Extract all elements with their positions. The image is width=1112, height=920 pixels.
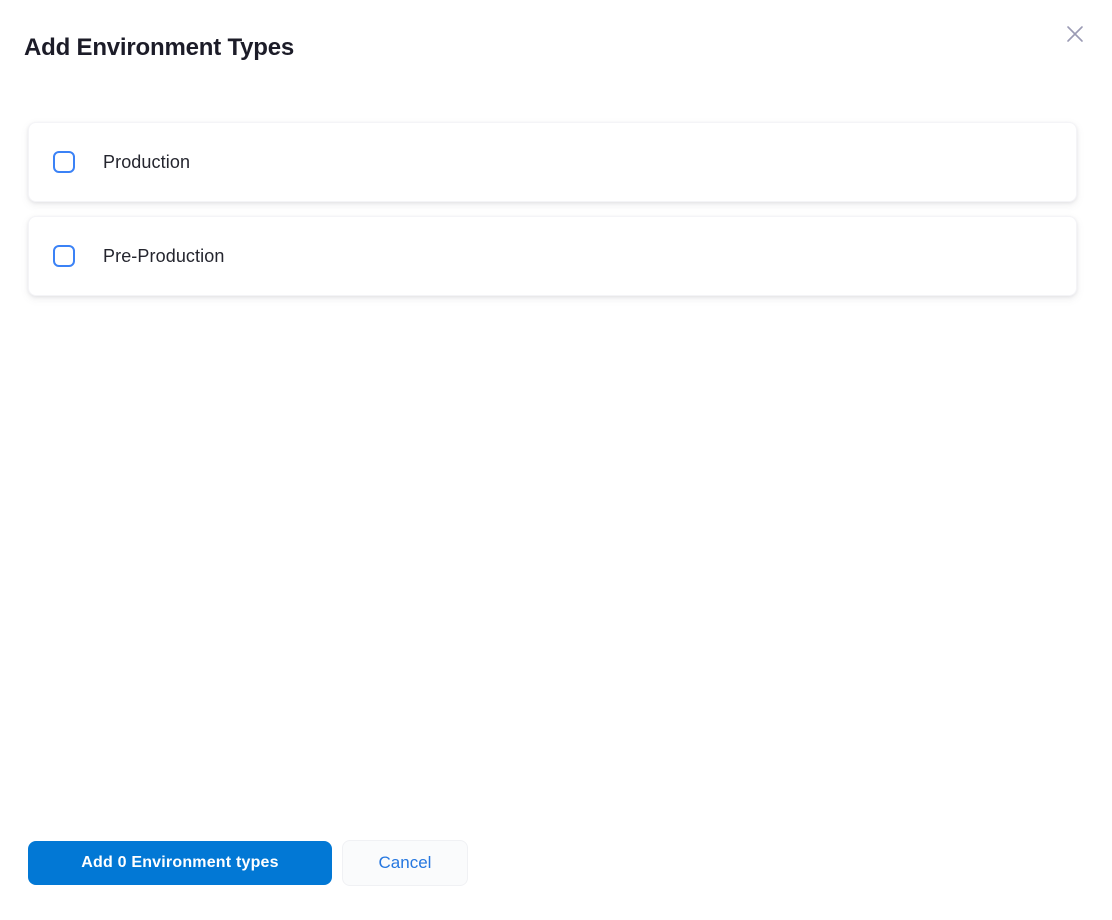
dialog-title: Add Environment Types	[24, 33, 1088, 62]
list-item-pre-production[interactable]: Pre-Production	[28, 216, 1077, 296]
close-icon	[1063, 22, 1087, 46]
cancel-button[interactable]: Cancel	[342, 840, 468, 886]
list-item-label: Production	[103, 152, 190, 173]
checkbox-production[interactable]	[53, 151, 75, 173]
list-item-production[interactable]: Production	[28, 122, 1077, 202]
list-item-label: Pre-Production	[103, 246, 224, 267]
checkbox-pre-production[interactable]	[53, 245, 75, 267]
add-environment-types-button[interactable]: Add 0 Environment types	[28, 841, 332, 885]
dialog-footer: Add 0 Environment types Cancel	[28, 840, 468, 886]
close-button[interactable]	[1059, 18, 1091, 50]
dialog-header: Add Environment Types	[0, 0, 1112, 62]
environment-type-list: Production Pre-Production	[28, 122, 1077, 296]
